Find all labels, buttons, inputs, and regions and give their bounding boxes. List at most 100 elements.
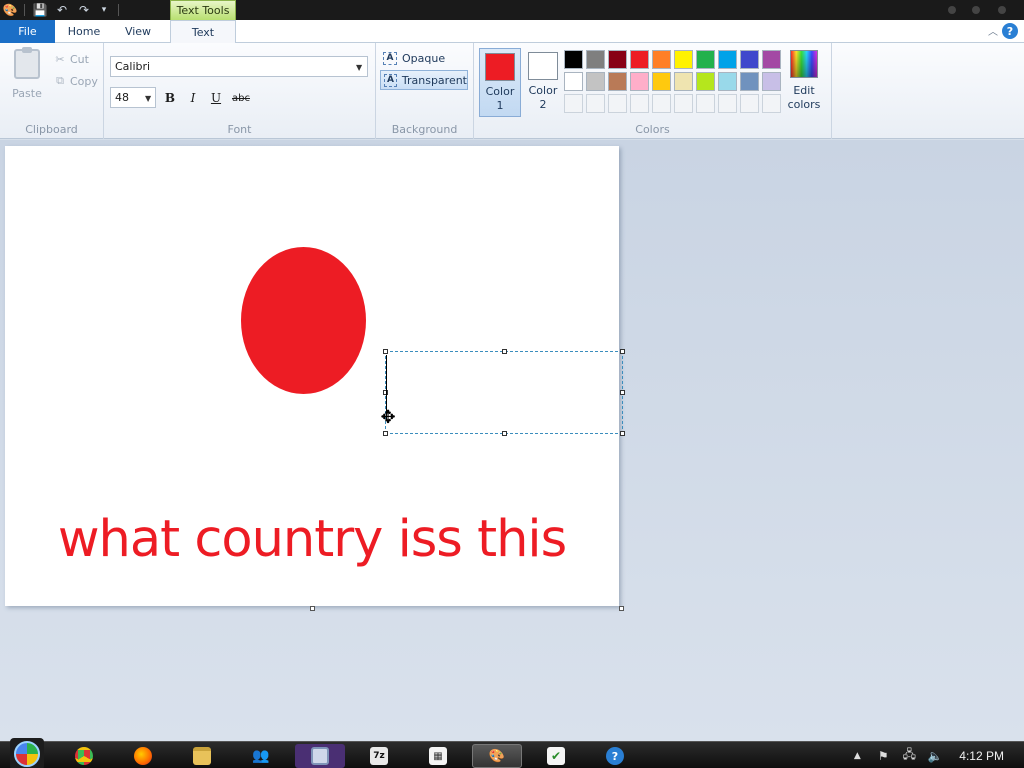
chevron-down-icon[interactable]: ▼ <box>145 94 151 103</box>
text-box-selection[interactable] <box>385 351 623 434</box>
palette-swatch[interactable] <box>652 72 671 91</box>
palette-swatch[interactable] <box>718 72 737 91</box>
minimize-button[interactable] <box>948 6 956 14</box>
start-button[interactable] <box>10 738 44 768</box>
palette-swatch[interactable] <box>608 72 627 91</box>
group-label-colors: Colors <box>635 123 670 136</box>
palette-swatch[interactable] <box>740 72 759 91</box>
palette-swatch[interactable] <box>718 50 737 69</box>
chevron-down-icon[interactable]: ▼ <box>356 63 362 72</box>
volume-icon[interactable]: 🔈 <box>927 748 943 764</box>
bold-button[interactable]: B <box>160 89 180 107</box>
firefox-icon <box>134 747 152 765</box>
taskbar-firefox[interactable] <box>118 744 168 768</box>
resize-handle[interactable] <box>383 431 388 436</box>
palette-swatch[interactable] <box>762 50 781 69</box>
taskbar-help[interactable]: ? <box>590 744 640 768</box>
palette-swatch[interactable] <box>586 72 605 91</box>
color-spectrum-icon <box>790 50 818 78</box>
custom-color-slot[interactable] <box>652 94 671 113</box>
color1-label-line1: Color <box>485 85 515 98</box>
red-circle-shape <box>241 247 366 394</box>
palette-swatch[interactable] <box>564 72 583 91</box>
canvas-resize-handle[interactable] <box>310 606 315 611</box>
resize-handle[interactable] <box>502 431 507 436</box>
taskbar-notepad-task[interactable]: ✔ <box>531 744 581 768</box>
drawing-canvas[interactable]: what country iss this ✥ <box>5 146 625 606</box>
palette-swatch[interactable] <box>652 50 671 69</box>
custom-color-slot[interactable] <box>564 94 583 113</box>
palette-swatch[interactable] <box>586 50 605 69</box>
paste-button[interactable]: Paste <box>6 47 48 105</box>
redo-icon[interactable]: ↷ <box>76 2 92 18</box>
taskbar-remote-desktop[interactable] <box>295 744 345 768</box>
taskbar-7zip[interactable]: 7z <box>354 744 404 768</box>
taskbar-file-explorer[interactable] <box>177 744 227 768</box>
resize-handle[interactable] <box>620 390 625 395</box>
font-family-select[interactable]: Calibri <box>110 56 368 77</box>
custom-color-slot[interactable] <box>762 94 781 113</box>
opaque-button[interactable]: A Opaque <box>380 48 468 68</box>
palette-swatch[interactable] <box>630 72 649 91</box>
palette-swatch[interactable] <box>564 50 583 69</box>
edit-colors-button[interactable]: Edit colors <box>786 50 822 116</box>
network-icon[interactable]: 🖧 <box>901 747 917 764</box>
opaque-icon: A <box>383 51 397 65</box>
taskbar-chrome[interactable] <box>59 744 109 768</box>
custom-color-slot[interactable] <box>718 94 737 113</box>
collapse-ribbon-icon[interactable]: ︿ <box>988 23 998 38</box>
italic-button[interactable]: I <box>183 89 203 107</box>
custom-color-slot[interactable] <box>674 94 693 113</box>
custom-color-slot[interactable] <box>608 94 627 113</box>
underline-button[interactable]: U <box>206 89 226 107</box>
clock[interactable]: 4:12 PM <box>959 749 1004 763</box>
taskbar-paint[interactable]: 🎨 <box>472 744 522 768</box>
tab-file[interactable]: File <box>0 20 55 43</box>
palette-swatch[interactable] <box>696 50 715 69</box>
separator <box>118 4 119 16</box>
save-icon[interactable]: 💾 <box>32 2 48 18</box>
canvas-resize-handle[interactable] <box>619 606 624 611</box>
tab-view[interactable]: View <box>112 20 164 43</box>
palette-swatch[interactable] <box>696 72 715 91</box>
copy-button[interactable]: ⧉ Copy <box>54 72 98 90</box>
palette-swatch[interactable] <box>740 50 759 69</box>
flag-icon[interactable]: ⚑ <box>875 748 891 764</box>
maximize-button[interactable] <box>972 6 980 14</box>
taskbar: 👥 7z ▦ 🎨 ✔ ? ▲ ⚑ 🖧 🔈 4:12 PM <box>0 738 1024 768</box>
resize-handle[interactable] <box>383 349 388 354</box>
palette-swatch[interactable] <box>608 50 627 69</box>
taskbar-task-manager[interactable]: ▦ <box>413 744 463 768</box>
paint-palette-icon: 🎨 <box>488 748 506 764</box>
checklist-icon: ✔ <box>547 747 565 765</box>
palette-swatch[interactable] <box>674 72 693 91</box>
undo-icon[interactable]: ↶ <box>54 2 70 18</box>
palette-swatch[interactable] <box>674 50 693 69</box>
color2-button[interactable]: Color 2 <box>522 48 564 117</box>
custom-color-slot[interactable] <box>586 94 605 113</box>
edit-colors-label-line1: Edit <box>793 84 815 97</box>
custom-color-slot[interactable] <box>740 94 759 113</box>
resize-handle[interactable] <box>620 431 625 436</box>
custom-color-slot[interactable] <box>696 94 715 113</box>
tab-text[interactable]: Text <box>170 20 236 44</box>
cut-label: Cut <box>70 52 89 66</box>
custom-color-slot[interactable] <box>630 94 649 113</box>
palette-swatch[interactable] <box>630 50 649 69</box>
help-icon[interactable]: ? <box>1002 23 1018 39</box>
taskbar-network[interactable]: 👥 <box>236 744 286 768</box>
close-button[interactable] <box>998 6 1006 14</box>
resize-handle[interactable] <box>502 349 507 354</box>
show-hidden-icons-icon[interactable]: ▲ <box>849 748 865 764</box>
palette-swatch[interactable] <box>762 72 781 91</box>
color1-label-line2: 1 <box>496 99 504 112</box>
customize-quick-access-icon[interactable]: ▾ <box>96 2 112 18</box>
color2-label-line1: Color <box>528 84 558 97</box>
resize-handle[interactable] <box>620 349 625 354</box>
color1-button[interactable]: Color 1 <box>479 48 521 117</box>
cut-button[interactable]: ✂ Cut <box>54 50 89 68</box>
paint-app-icon[interactable]: 🎨 <box>2 2 18 18</box>
strikethrough-button[interactable]: abc <box>229 89 253 107</box>
transparent-button[interactable]: A Transparent <box>380 70 468 90</box>
tab-home[interactable]: Home <box>58 20 110 43</box>
